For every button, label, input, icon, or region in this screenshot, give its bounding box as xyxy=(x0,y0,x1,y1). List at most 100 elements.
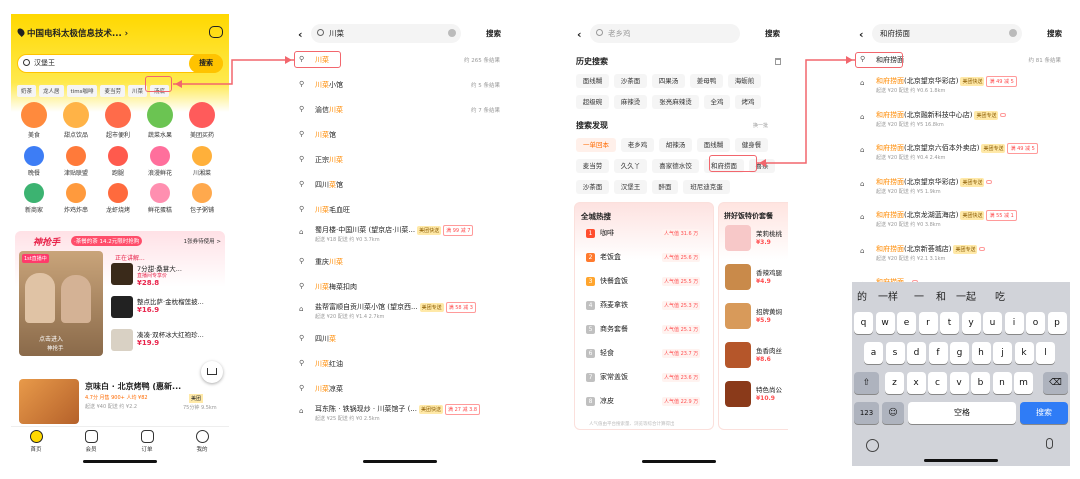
key-m[interactable]: m xyxy=(1014,372,1033,394)
shop-suggestion[interactable]: ⌂ 耳东陈 · 铁锅现炒 · 川菜馆子 (... 美团快送满 27 减 3.8 起送 … xyxy=(291,404,509,428)
suggestion-item[interactable]: ⚲ 重庆川菜 xyxy=(291,254,509,274)
key-e[interactable]: e xyxy=(897,312,916,334)
suggestion-item[interactable]: ⚲ 川菜毛血旺 xyxy=(291,202,509,222)
search-chip[interactable]: 胡辣汤 xyxy=(659,138,692,152)
category-item[interactable]: 美团买药 xyxy=(183,102,221,139)
space-key[interactable]: 空格 xyxy=(908,402,1016,424)
search-input[interactable]: 汉堡王 xyxy=(34,58,55,68)
category-item[interactable]: 龙虾烧烤 xyxy=(99,183,137,214)
search-chip[interactable]: 喜家德水饺 xyxy=(652,159,699,173)
result-item[interactable]: ⌂ 和府捞面(北京融新科技中心店) 美团专送 起送 ¥20 配送 约 ¥5 16.8k… xyxy=(852,110,1070,138)
search-chip[interactable]: 海蛎煎 xyxy=(728,74,761,88)
search-chip[interactable]: 麦当劳 xyxy=(576,159,609,173)
clear-icon[interactable] xyxy=(448,29,456,37)
key-c[interactable]: c xyxy=(928,372,947,394)
search-chip[interactable]: 面线糊 xyxy=(697,138,730,152)
mascot-icon[interactable] xyxy=(209,26,223,38)
hot-tag[interactable]: tims咖啡 xyxy=(66,85,98,97)
suggestion-item[interactable]: ⚲ 四川菜 xyxy=(291,331,509,351)
key-h[interactable]: h xyxy=(971,342,991,364)
tab-member[interactable]: 会员 xyxy=(76,430,106,453)
key-y[interactable]: y xyxy=(961,312,981,334)
shop-card[interactable]: 京味白 · 北京烤鸭 (惠新... 4.7分 月售 900+ 人均 ¥82 起送… xyxy=(15,377,225,427)
key-a[interactable]: a xyxy=(864,342,883,364)
search-chip[interactable]: 沙茶面 xyxy=(576,180,609,194)
search-button[interactable]: 搜索 xyxy=(765,28,780,39)
hot-search-item[interactable]: 1 咖啡 人气值 31.6 万 xyxy=(580,225,710,245)
numbers-key[interactable]: 123 xyxy=(854,402,879,424)
trash-icon[interactable] xyxy=(775,58,781,65)
hot-search-item[interactable]: 2 老饭盒 人气值 25.6 万 xyxy=(580,249,710,269)
search-input[interactable]: 和府捞面 xyxy=(872,24,1022,43)
key-s[interactable]: s xyxy=(885,342,905,364)
tab-home[interactable]: 首页 xyxy=(21,430,51,453)
search-chip[interactable]: 沙茶面 xyxy=(614,74,647,88)
candidate-word[interactable]: 一样 xyxy=(878,288,898,303)
key-k[interactable]: k xyxy=(1014,342,1034,364)
key-v[interactable]: v xyxy=(949,372,969,394)
hot-search-item[interactable]: 8 凉皮 人气值 22.9 万 xyxy=(580,393,710,413)
result-item[interactable]: ⌂ 和府捞面(北京望京六佰本外卖店) 美团专送满 49 减 5 起送 ¥20 配送 约… xyxy=(852,143,1070,171)
search-button[interactable]: 搜索 xyxy=(189,54,223,73)
category-item[interactable]: 炸鸡炸串 xyxy=(57,183,95,214)
key-j[interactable]: j xyxy=(993,342,1012,364)
suggestion-item[interactable]: ⚲ 川菜馆 xyxy=(291,127,509,147)
category-item[interactable]: 跑腿 xyxy=(99,146,137,177)
search-chip[interactable]: 四果汤 xyxy=(652,74,685,88)
key-i[interactable]: i xyxy=(1004,312,1024,334)
candidate-word[interactable]: 一起 xyxy=(956,288,976,303)
search-chip[interactable]: 面线糊 xyxy=(576,74,609,88)
key-u[interactable]: u xyxy=(983,312,1002,334)
candidate-word[interactable]: 和 xyxy=(936,288,946,303)
candidate-word[interactable]: 一 xyxy=(914,288,924,303)
emoji-key[interactable]: ☺ xyxy=(882,402,904,424)
search-chip[interactable]: 健身餐 xyxy=(735,138,768,152)
key-q[interactable]: q xyxy=(854,312,873,334)
suggestion-item[interactable]: ⚲ 川菜小馆 约 5 条结果 xyxy=(291,77,509,97)
search-chip[interactable]: 张亮麻辣烫 xyxy=(652,95,699,109)
search-chip[interactable]: 麻辣烫 xyxy=(614,95,647,109)
shift-key[interactable]: ⇧ xyxy=(854,372,879,394)
key-b[interactable]: b xyxy=(971,372,990,394)
hot-search-item[interactable]: 5 商务套餐 人气值 25.1 万 xyxy=(580,321,710,341)
hot-tag[interactable]: 奶茶 xyxy=(17,85,37,97)
deal-image[interactable] xyxy=(725,225,751,251)
location-selector[interactable]: 中国电科太极信息技术... › xyxy=(16,27,128,39)
hot-tag[interactable]: 麦当劳 xyxy=(100,85,125,97)
key-n[interactable]: n xyxy=(992,372,1012,394)
search-button[interactable]: 搜索 xyxy=(1047,28,1062,39)
refresh-link[interactable]: 换一批 xyxy=(753,122,768,129)
search-input[interactable]: 老乡鸡 xyxy=(590,24,740,43)
suggestion-item[interactable]: ⚲ 川菜梅菜扣肉 xyxy=(291,279,509,299)
key-d[interactable]: d xyxy=(907,342,926,364)
result-item[interactable]: ⌂ 和府捞面(北京望京华彩店) 美团专送 起送 ¥20 配送 约 ¥5 1.9km xyxy=(852,177,1070,205)
suggestion-item[interactable]: ⚲ 渝信川菜 约 7 条结果 xyxy=(291,102,509,122)
deal-image[interactable] xyxy=(725,342,751,368)
key-o[interactable]: o xyxy=(1026,312,1045,334)
category-item[interactable]: 浪漫鲜花 xyxy=(141,146,179,177)
category-item[interactable]: 甜点饮品 xyxy=(57,102,95,139)
deal-image[interactable] xyxy=(725,381,751,407)
hot-search-item[interactable]: 3 快餐盒饭 人气值 25.5 万 xyxy=(580,273,710,293)
search-chip[interactable]: 姜母鸭 xyxy=(690,74,723,88)
search-chip[interactable]: 全鸡 xyxy=(704,95,730,109)
search-button[interactable]: 搜索 xyxy=(486,28,501,39)
hot-search-item[interactable]: 4 燕麦拿铁 人气值 25.3 万 xyxy=(580,297,710,317)
result-item[interactable]: ⌂ 和府捞面(北京龙湖蓝海店) 美团快送满 55 减 1 起送 ¥20 配送 约 ¥0… xyxy=(852,210,1070,238)
search-input[interactable]: 川菜 xyxy=(311,24,461,43)
category-item[interactable]: 美食 xyxy=(15,102,53,139)
tab-orders[interactable]: 订单 xyxy=(132,430,162,453)
suggestion-item[interactable]: ⚲ 川菜凉菜 xyxy=(291,381,509,401)
live-stream-thumbnail[interactable]: 1st直播中 点击进入 神抢手 xyxy=(19,251,103,356)
key-g[interactable]: g xyxy=(950,342,969,364)
search-chip[interactable]: 醉面 xyxy=(652,180,678,194)
key-w[interactable]: w xyxy=(875,312,895,334)
category-item[interactable]: 包子粥铺 xyxy=(183,183,221,214)
key-z[interactable]: z xyxy=(885,372,904,394)
category-item[interactable]: 蔬菜水果 xyxy=(141,102,179,139)
suggestion-item[interactable]: ⚲ 川菜红油 xyxy=(291,356,509,376)
home-search-bar[interactable]: 汉堡王 搜索 xyxy=(17,54,223,73)
globe-icon[interactable] xyxy=(866,439,879,452)
microphone-icon[interactable] xyxy=(1046,438,1053,449)
suggestion-item[interactable]: ⚲ 正宗川菜 xyxy=(291,152,509,172)
